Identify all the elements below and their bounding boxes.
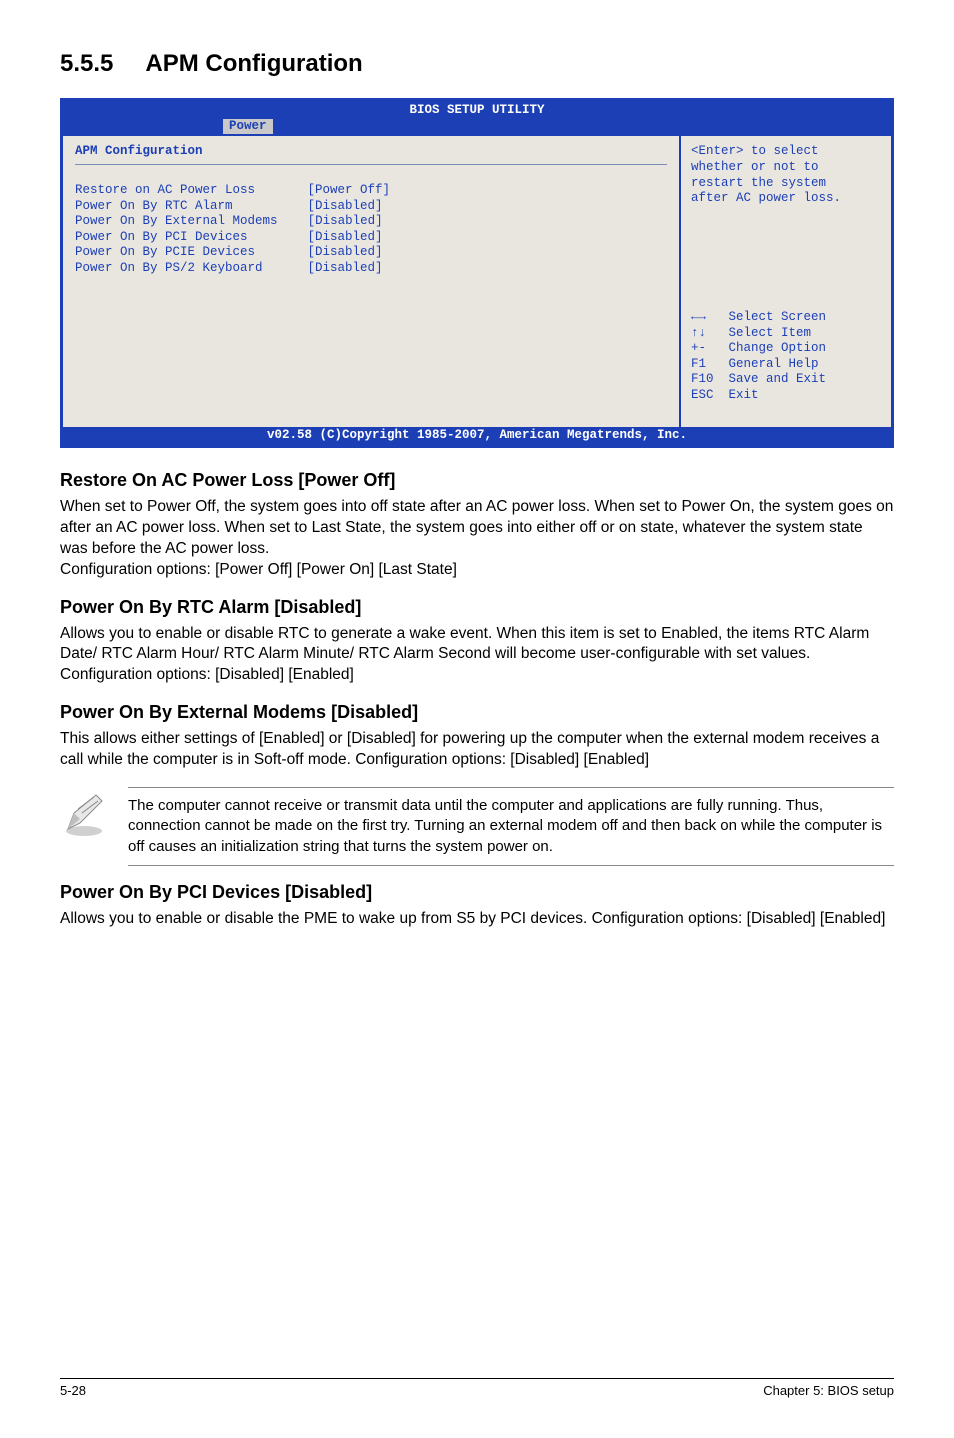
bios-tab-power: Power <box>223 119 273 135</box>
bios-footer: v02.58 (C)Copyright 1985-2007, American … <box>63 427 891 445</box>
section-number: 5.5.5 <box>60 50 113 78</box>
bios-setting-value: [Disabled] <box>308 199 383 215</box>
bios-setting-row: Power On By PS/2 Keyboard [Disabled] <box>75 261 667 277</box>
bios-right-panel: <Enter> to select whether or not to rest… <box>681 136 891 427</box>
subsection-body: This allows either settings of [Enabled]… <box>60 729 894 771</box>
bios-left-panel: APM Configuration Restore on AC Power Lo… <box>63 136 681 427</box>
bios-nav-label: Select Item <box>729 326 812 340</box>
note-text: The computer cannot receive or transmit … <box>128 787 894 866</box>
bios-title: BIOS SETUP UTILITY <box>63 101 891 119</box>
pencil-icon <box>60 787 108 844</box>
bios-setting-row: Power On By PCI Devices [Disabled] <box>75 230 667 246</box>
note-callout: The computer cannot receive or transmit … <box>60 787 894 866</box>
bios-nav-label: Exit <box>729 388 759 402</box>
bios-setting-value: [Power Off] <box>308 183 391 199</box>
bios-help-text: <Enter> to select whether or not to rest… <box>691 144 881 294</box>
page-number: 5-28 <box>60 1383 86 1398</box>
bios-setting-label: Restore on AC Power Loss <box>75 183 255 197</box>
bios-nav-label: General Help <box>729 357 819 371</box>
subsection-heading: Power On By RTC Alarm [Disabled] <box>60 597 894 618</box>
subsection-heading: Power On By PCI Devices [Disabled] <box>60 882 894 903</box>
bios-nav-key: ESC <box>691 388 714 402</box>
bios-setting-value: [Disabled] <box>308 261 383 277</box>
bios-setting-row: Power On By RTC Alarm [Disabled] <box>75 199 667 215</box>
bios-tab-row: Power <box>63 119 891 135</box>
content-section: Power On By PCI Devices [Disabled] Allow… <box>60 882 894 930</box>
bios-setting-row: Power On By PCIE Devices [Disabled] <box>75 245 667 261</box>
bios-setting-label: Power On By External Modems <box>75 214 278 228</box>
content-section: Restore On AC Power Loss [Power Off] Whe… <box>60 470 894 581</box>
content-section: Power On By RTC Alarm [Disabled] Allows … <box>60 597 894 687</box>
bios-screenshot: BIOS SETUP UTILITY Power APM Configurati… <box>60 98 894 448</box>
bios-setting-label: Power On By PCI Devices <box>75 230 248 244</box>
page-footer: 5-28 Chapter 5: BIOS setup <box>60 1378 894 1398</box>
bios-settings-list: Restore on AC Power Loss [Power Off] Pow… <box>75 183 667 277</box>
bios-setting-value: [Disabled] <box>308 230 383 246</box>
bios-setting-label: Power On By PCIE Devices <box>75 245 255 259</box>
subsection-body: Allows you to enable or disable RTC to g… <box>60 624 894 687</box>
bios-setting-label: Power On By RTC Alarm <box>75 199 233 213</box>
bios-divider <box>75 164 667 165</box>
bios-setting-label: Power On By PS/2 Keyboard <box>75 261 263 275</box>
bios-nav-block: ←→ Select Screen ↑↓ Select Item +- Chang… <box>691 294 881 419</box>
bios-body: APM Configuration Restore on AC Power Lo… <box>63 134 891 427</box>
subsection-heading: Restore On AC Power Loss [Power Off] <box>60 470 894 491</box>
bios-setting-value: [Disabled] <box>308 214 383 230</box>
bios-nav-key: ←→ <box>691 310 706 324</box>
subsection-body: Allows you to enable or disable the PME … <box>60 909 894 930</box>
section-title: APM Configuration <box>145 50 362 77</box>
bios-panel-title: APM Configuration <box>75 144 667 160</box>
bios-nav-key: ↑↓ <box>691 326 706 340</box>
chapter-label: Chapter 5: BIOS setup <box>763 1383 894 1398</box>
bios-setting-row: Restore on AC Power Loss [Power Off] <box>75 183 667 199</box>
section-heading: 5.5.5 APM Configuration <box>60 50 894 78</box>
bios-nav-key: F1 <box>691 357 706 371</box>
bios-setting-row: Power On By External Modems [Disabled] <box>75 214 667 230</box>
bios-nav-key: F10 <box>691 372 714 386</box>
bios-nav-key: +- <box>691 341 706 355</box>
bios-setting-value: [Disabled] <box>308 245 383 261</box>
bios-nav-label: Select Screen <box>729 310 827 324</box>
content-section: Power On By External Modems [Disabled] T… <box>60 702 894 771</box>
bios-nav-label: Save and Exit <box>729 372 827 386</box>
bios-nav-label: Change Option <box>729 341 827 355</box>
subsection-body: When set to Power Off, the system goes i… <box>60 497 894 581</box>
subsection-heading: Power On By External Modems [Disabled] <box>60 702 894 723</box>
